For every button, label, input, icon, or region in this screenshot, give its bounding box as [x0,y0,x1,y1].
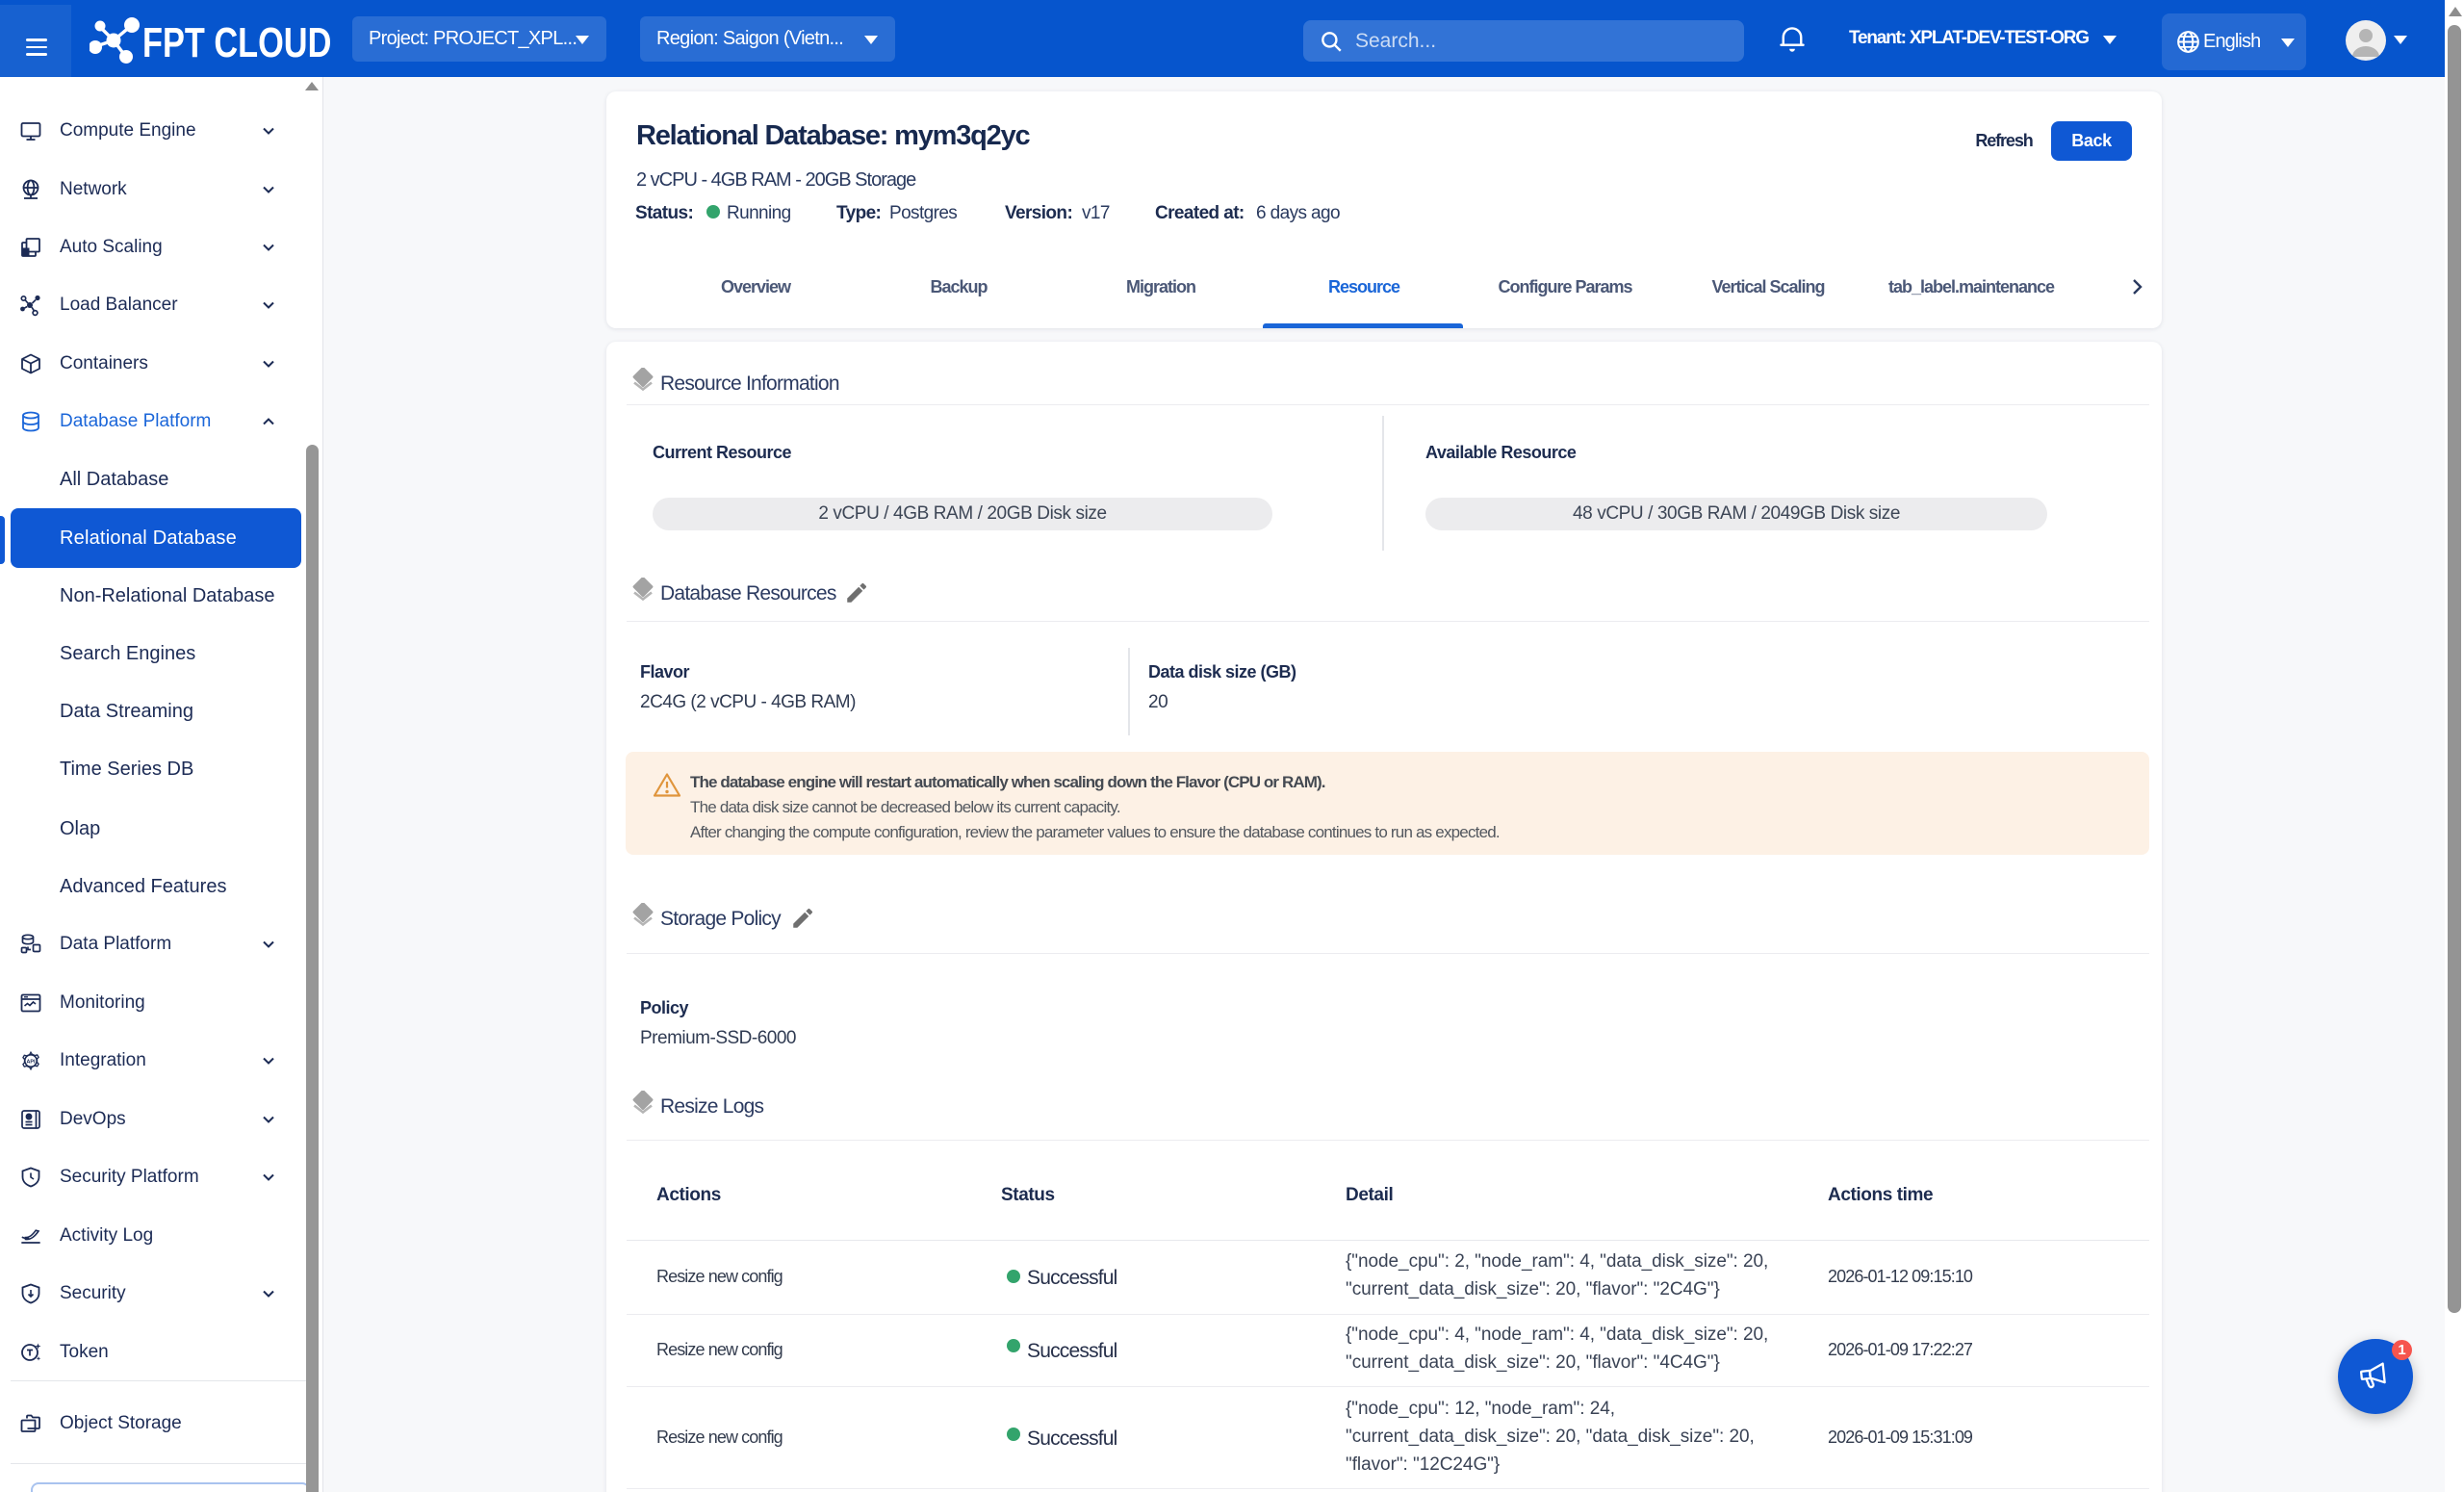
svg-text:API: API [27,1060,36,1066]
